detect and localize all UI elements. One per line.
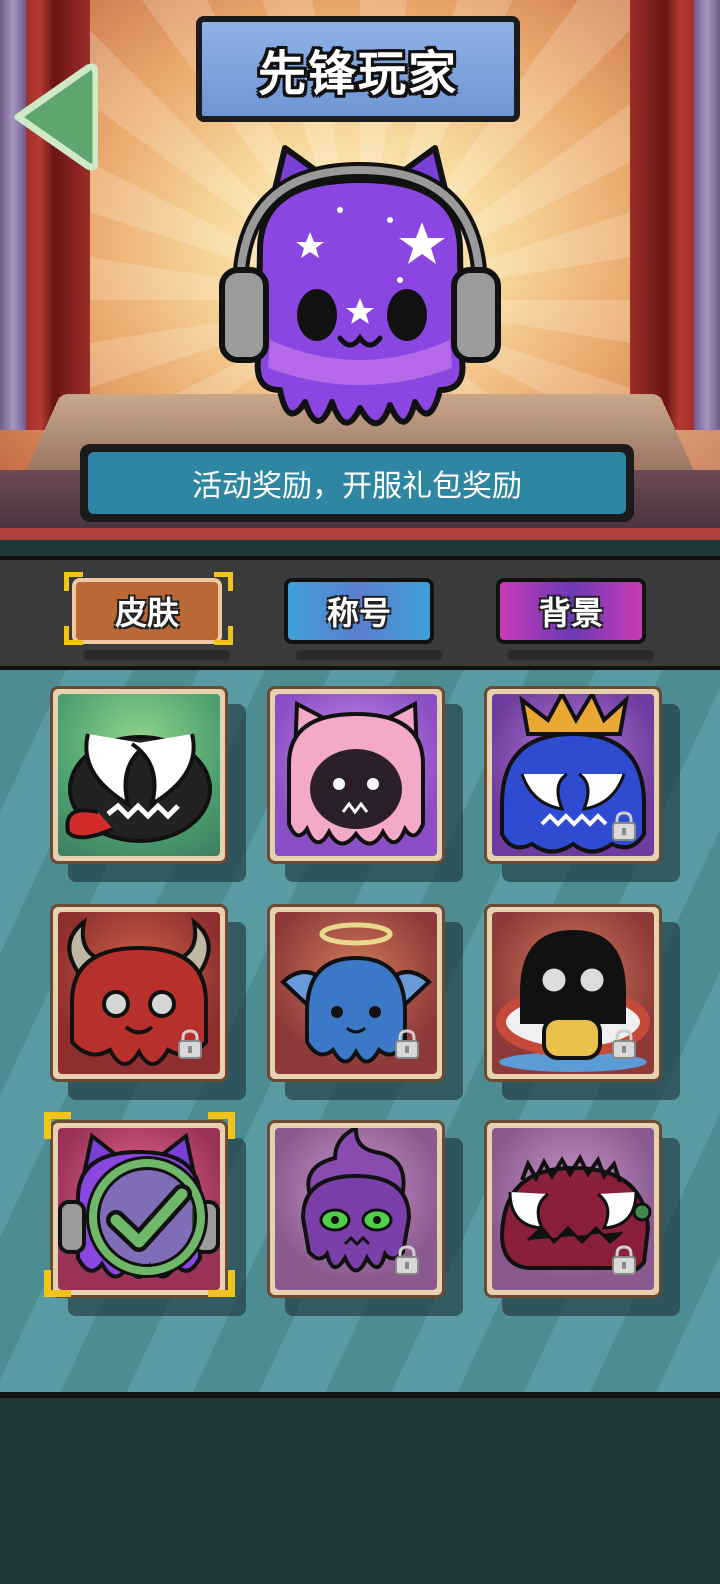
equipped-bracket xyxy=(44,1112,71,1139)
skin-card-blue-angel[interactable] xyxy=(267,904,463,1100)
skin-card-red-devil[interactable] xyxy=(50,904,246,1100)
skin-card-cow-ring[interactable] xyxy=(484,904,680,1100)
back-arrow-icon xyxy=(14,63,100,171)
lock-icon xyxy=(612,1245,636,1275)
selection-bracket xyxy=(214,572,233,591)
selected-skin-preview xyxy=(200,140,520,450)
purple-star-cat-icon xyxy=(219,145,501,427)
reward-description: 活动奖励，开服礼包奖励 xyxy=(192,469,522,504)
lock-icon xyxy=(395,1245,419,1275)
tab-skin[interactable]: 皮肤 xyxy=(72,578,222,644)
skin-card-purple-flame-skull[interactable] xyxy=(267,1120,463,1316)
skin-card-blue-king[interactable] xyxy=(484,686,680,882)
tab-title[interactable]: 称号 xyxy=(284,578,434,644)
skin-grid xyxy=(0,670,720,1396)
lock-icon xyxy=(395,1029,419,1059)
lock-icon xyxy=(612,1029,636,1059)
equipped-check-icon xyxy=(86,1156,208,1278)
tab-skin-label: 皮肤 xyxy=(114,594,179,632)
lock-icon xyxy=(178,1029,202,1059)
reward-description-bar: 活动奖励，开服礼包奖励 xyxy=(80,444,634,522)
venom-skin-icon xyxy=(65,733,212,843)
selection-bracket xyxy=(64,626,83,645)
pink-kitty-skin-icon xyxy=(287,700,425,846)
tab-title-label: 称号 xyxy=(326,594,391,632)
title-plate: 先锋玩家 xyxy=(196,16,520,122)
selection-bracket xyxy=(64,572,83,591)
lock-icon xyxy=(612,811,636,841)
equipped-bracket xyxy=(208,1112,235,1139)
tab-background[interactable]: 背景 xyxy=(496,578,646,644)
tab-background-label: 背景 xyxy=(538,594,603,632)
skin-card-spiky-red-venom[interactable] xyxy=(484,1120,680,1316)
skin-card-venom-black[interactable] xyxy=(50,686,246,882)
category-tab-bar: 皮肤 称号 背景 xyxy=(0,556,720,670)
page-title: 先锋玩家 xyxy=(257,46,458,102)
equipped-bracket xyxy=(44,1270,71,1297)
selection-bracket xyxy=(214,626,233,645)
skin-card-purple-star-cat[interactable] xyxy=(50,1120,246,1316)
footer-area xyxy=(0,1398,720,1584)
skin-card-pink-kitty[interactable] xyxy=(267,686,463,882)
back-button[interactable] xyxy=(8,62,100,172)
equipped-bracket xyxy=(208,1270,235,1297)
